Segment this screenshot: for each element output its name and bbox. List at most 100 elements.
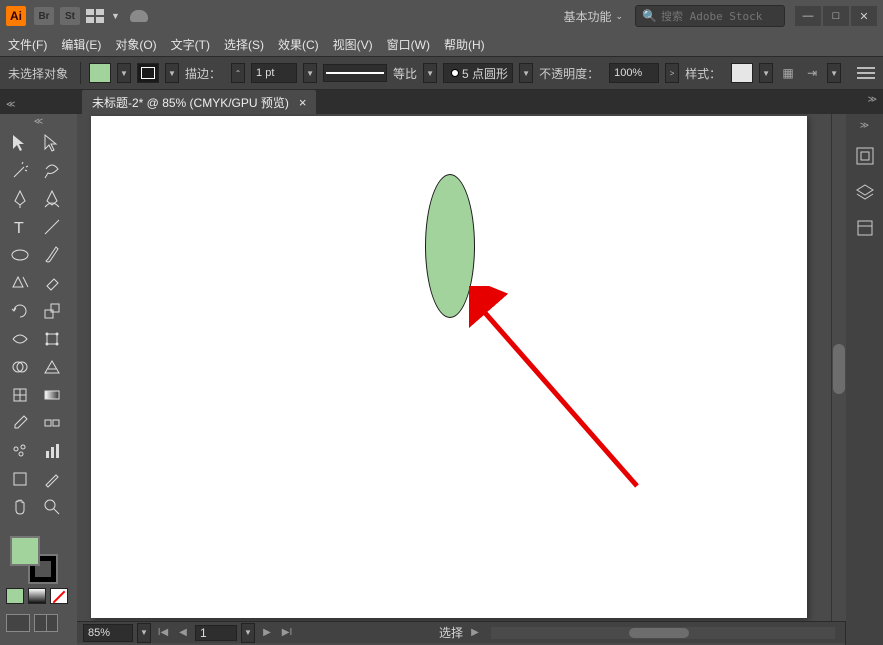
curvature-tool[interactable]	[38, 188, 66, 210]
slice-tool[interactable]	[38, 468, 66, 490]
stroke-swatch[interactable]	[137, 63, 159, 83]
menu-help[interactable]: 帮助(H)	[444, 36, 485, 53]
next-artboard-button[interactable]: ▶	[259, 625, 275, 641]
artboard-tool[interactable]	[6, 468, 34, 490]
line-tool[interactable]	[38, 216, 66, 238]
ellipse-shape[interactable]	[425, 174, 475, 318]
fill-color[interactable]	[10, 536, 40, 566]
gradient-tool[interactable]	[38, 384, 66, 406]
style-swatch[interactable]	[731, 63, 753, 83]
opacity-input[interactable]	[609, 63, 659, 83]
menu-type[interactable]: 文字(T)	[171, 36, 210, 53]
last-artboard-button[interactable]: ▶I	[279, 625, 295, 641]
bridge-icon[interactable]: Br	[34, 7, 54, 25]
fill-drop[interactable]: ▼	[117, 63, 131, 83]
libraries-panel-icon[interactable]	[854, 217, 876, 239]
arrange-drop-icon[interactable]: ▼	[111, 11, 120, 21]
align-drop[interactable]: ▼	[827, 63, 841, 83]
search-box[interactable]: 🔍	[635, 5, 785, 27]
menu-edit[interactable]: 编辑(E)	[61, 36, 101, 53]
vscroll-thumb[interactable]	[833, 344, 845, 394]
doc-setup-icon[interactable]: ▦	[779, 64, 797, 82]
stroke-weight-drop[interactable]: ▼	[303, 63, 317, 83]
color-mode-solid[interactable]	[6, 588, 24, 604]
stroke-link-icon[interactable]: ⌃	[231, 63, 245, 83]
cloud-icon[interactable]	[130, 10, 148, 22]
rotate-tool[interactable]	[6, 300, 34, 322]
workspace-label[interactable]: 基本功能	[563, 8, 611, 25]
minimize-button[interactable]: —	[795, 6, 821, 26]
scale-tool[interactable]	[38, 300, 66, 322]
menu-object[interactable]: 对象(O)	[115, 36, 156, 53]
canvas[interactable]	[77, 114, 831, 621]
properties-panel-icon[interactable]	[854, 145, 876, 167]
document-close-button[interactable]: ×	[299, 95, 307, 110]
hand-tool[interactable]	[6, 496, 34, 518]
symbol-sprayer-tool[interactable]	[6, 440, 34, 462]
maximize-button[interactable]: □	[823, 6, 849, 26]
zoom-tool[interactable]	[38, 496, 66, 518]
brush-drop[interactable]: ▼	[519, 63, 533, 83]
rpanel-collapse-icon[interactable]: ≫	[868, 94, 877, 105]
hscroll-thumb[interactable]	[629, 628, 689, 638]
menu-view[interactable]: 视图(V)	[333, 36, 373, 53]
screen-mode-icon[interactable]	[6, 614, 30, 632]
artboard-drop[interactable]: ▼	[241, 623, 255, 643]
arrange-docs-icon[interactable]	[86, 9, 104, 23]
search-input[interactable]	[661, 10, 778, 23]
brush-control[interactable]: 5 点圆形	[443, 63, 513, 83]
lasso-tool[interactable]	[38, 160, 66, 182]
stroke-weight-input[interactable]	[251, 63, 297, 83]
artboard[interactable]	[91, 116, 807, 618]
selection-tool[interactable]	[6, 132, 34, 154]
magic-wand-tool[interactable]	[6, 160, 34, 182]
prev-artboard-button[interactable]: ◀	[175, 625, 191, 641]
stroke-profile[interactable]	[323, 64, 387, 82]
vertical-scrollbar[interactable]	[831, 114, 845, 621]
horizontal-scrollbar[interactable]	[491, 627, 835, 639]
paintbrush-tool[interactable]	[38, 244, 66, 266]
uniform-drop[interactable]: ▼	[423, 63, 437, 83]
workspace-drop-icon[interactable]: ⌄	[615, 11, 623, 22]
stroke-swatch-drop[interactable]: ▼	[165, 63, 179, 83]
pen-tool[interactable]	[6, 188, 34, 210]
document-tab[interactable]: 未标题-2* @ 85% (CMYK/GPU 预览) ×	[82, 90, 316, 114]
shaper-tool[interactable]	[6, 272, 34, 294]
status-expand-icon[interactable]: ▶	[467, 625, 483, 641]
eyedropper-tool[interactable]	[6, 412, 34, 434]
ellipse-tool[interactable]	[6, 244, 34, 266]
menu-window[interactable]: 窗口(W)	[387, 36, 430, 53]
screen-mode-split-icon[interactable]	[34, 614, 58, 632]
align-icon[interactable]: ⇥	[803, 64, 821, 82]
zoom-drop[interactable]: ▼	[137, 623, 151, 643]
fill-swatch[interactable]	[89, 63, 111, 83]
prefs-icon[interactable]	[857, 67, 875, 79]
toolbox-collapse-icon[interactable]: ≪	[6, 99, 16, 110]
rpanel-expand-icon[interactable]: ≫	[860, 120, 869, 131]
menu-file[interactable]: 文件(F)	[8, 36, 47, 53]
style-drop[interactable]: ▼	[759, 63, 773, 83]
graph-tool[interactable]	[38, 440, 66, 462]
eraser-tool[interactable]	[38, 272, 66, 294]
free-transform-tool[interactable]	[38, 328, 66, 350]
color-selector[interactable]	[10, 536, 58, 584]
close-button[interactable]: ✕	[851, 6, 877, 26]
menu-select[interactable]: 选择(S)	[224, 36, 264, 53]
menu-effect[interactable]: 效果(C)	[278, 36, 319, 53]
stock-icon[interactable]: St	[60, 7, 80, 25]
width-tool[interactable]	[6, 328, 34, 350]
direct-selection-tool[interactable]	[38, 132, 66, 154]
layers-panel-icon[interactable]	[854, 181, 876, 203]
blend-tool[interactable]	[38, 412, 66, 434]
first-artboard-button[interactable]: I◀	[155, 625, 171, 641]
perspective-tool[interactable]	[38, 356, 66, 378]
opacity-drop[interactable]: >	[665, 63, 679, 83]
shape-builder-tool[interactable]	[6, 356, 34, 378]
type-tool[interactable]: T	[6, 216, 34, 238]
color-mode-gradient[interactable]	[28, 588, 46, 604]
toolbox-handle-icon[interactable]: ≪	[0, 114, 77, 128]
color-mode-none[interactable]	[50, 588, 68, 604]
artboard-number[interactable]: 1	[195, 625, 237, 641]
mesh-tool[interactable]	[6, 384, 34, 406]
zoom-input[interactable]	[83, 624, 133, 642]
